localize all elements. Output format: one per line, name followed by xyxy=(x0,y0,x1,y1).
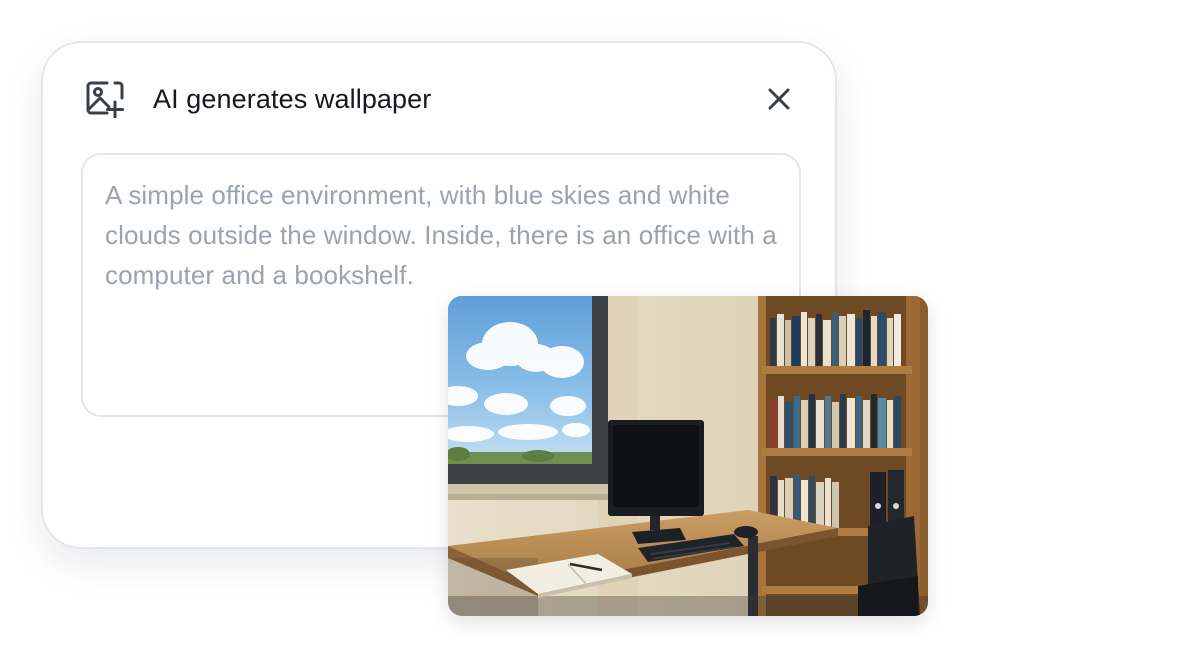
prompt-text: A simple office environment, with blue s… xyxy=(105,180,777,290)
dialog-title: AI generates wallpaper xyxy=(153,83,432,114)
stage: AI generates wallpaper A simple office e… xyxy=(0,0,1200,656)
close-button[interactable] xyxy=(763,83,795,115)
close-icon xyxy=(768,88,790,110)
generated-wallpaper-image xyxy=(448,296,928,616)
image-add-icon xyxy=(85,79,129,119)
dialog-header: AI generates wallpaper xyxy=(85,79,795,119)
